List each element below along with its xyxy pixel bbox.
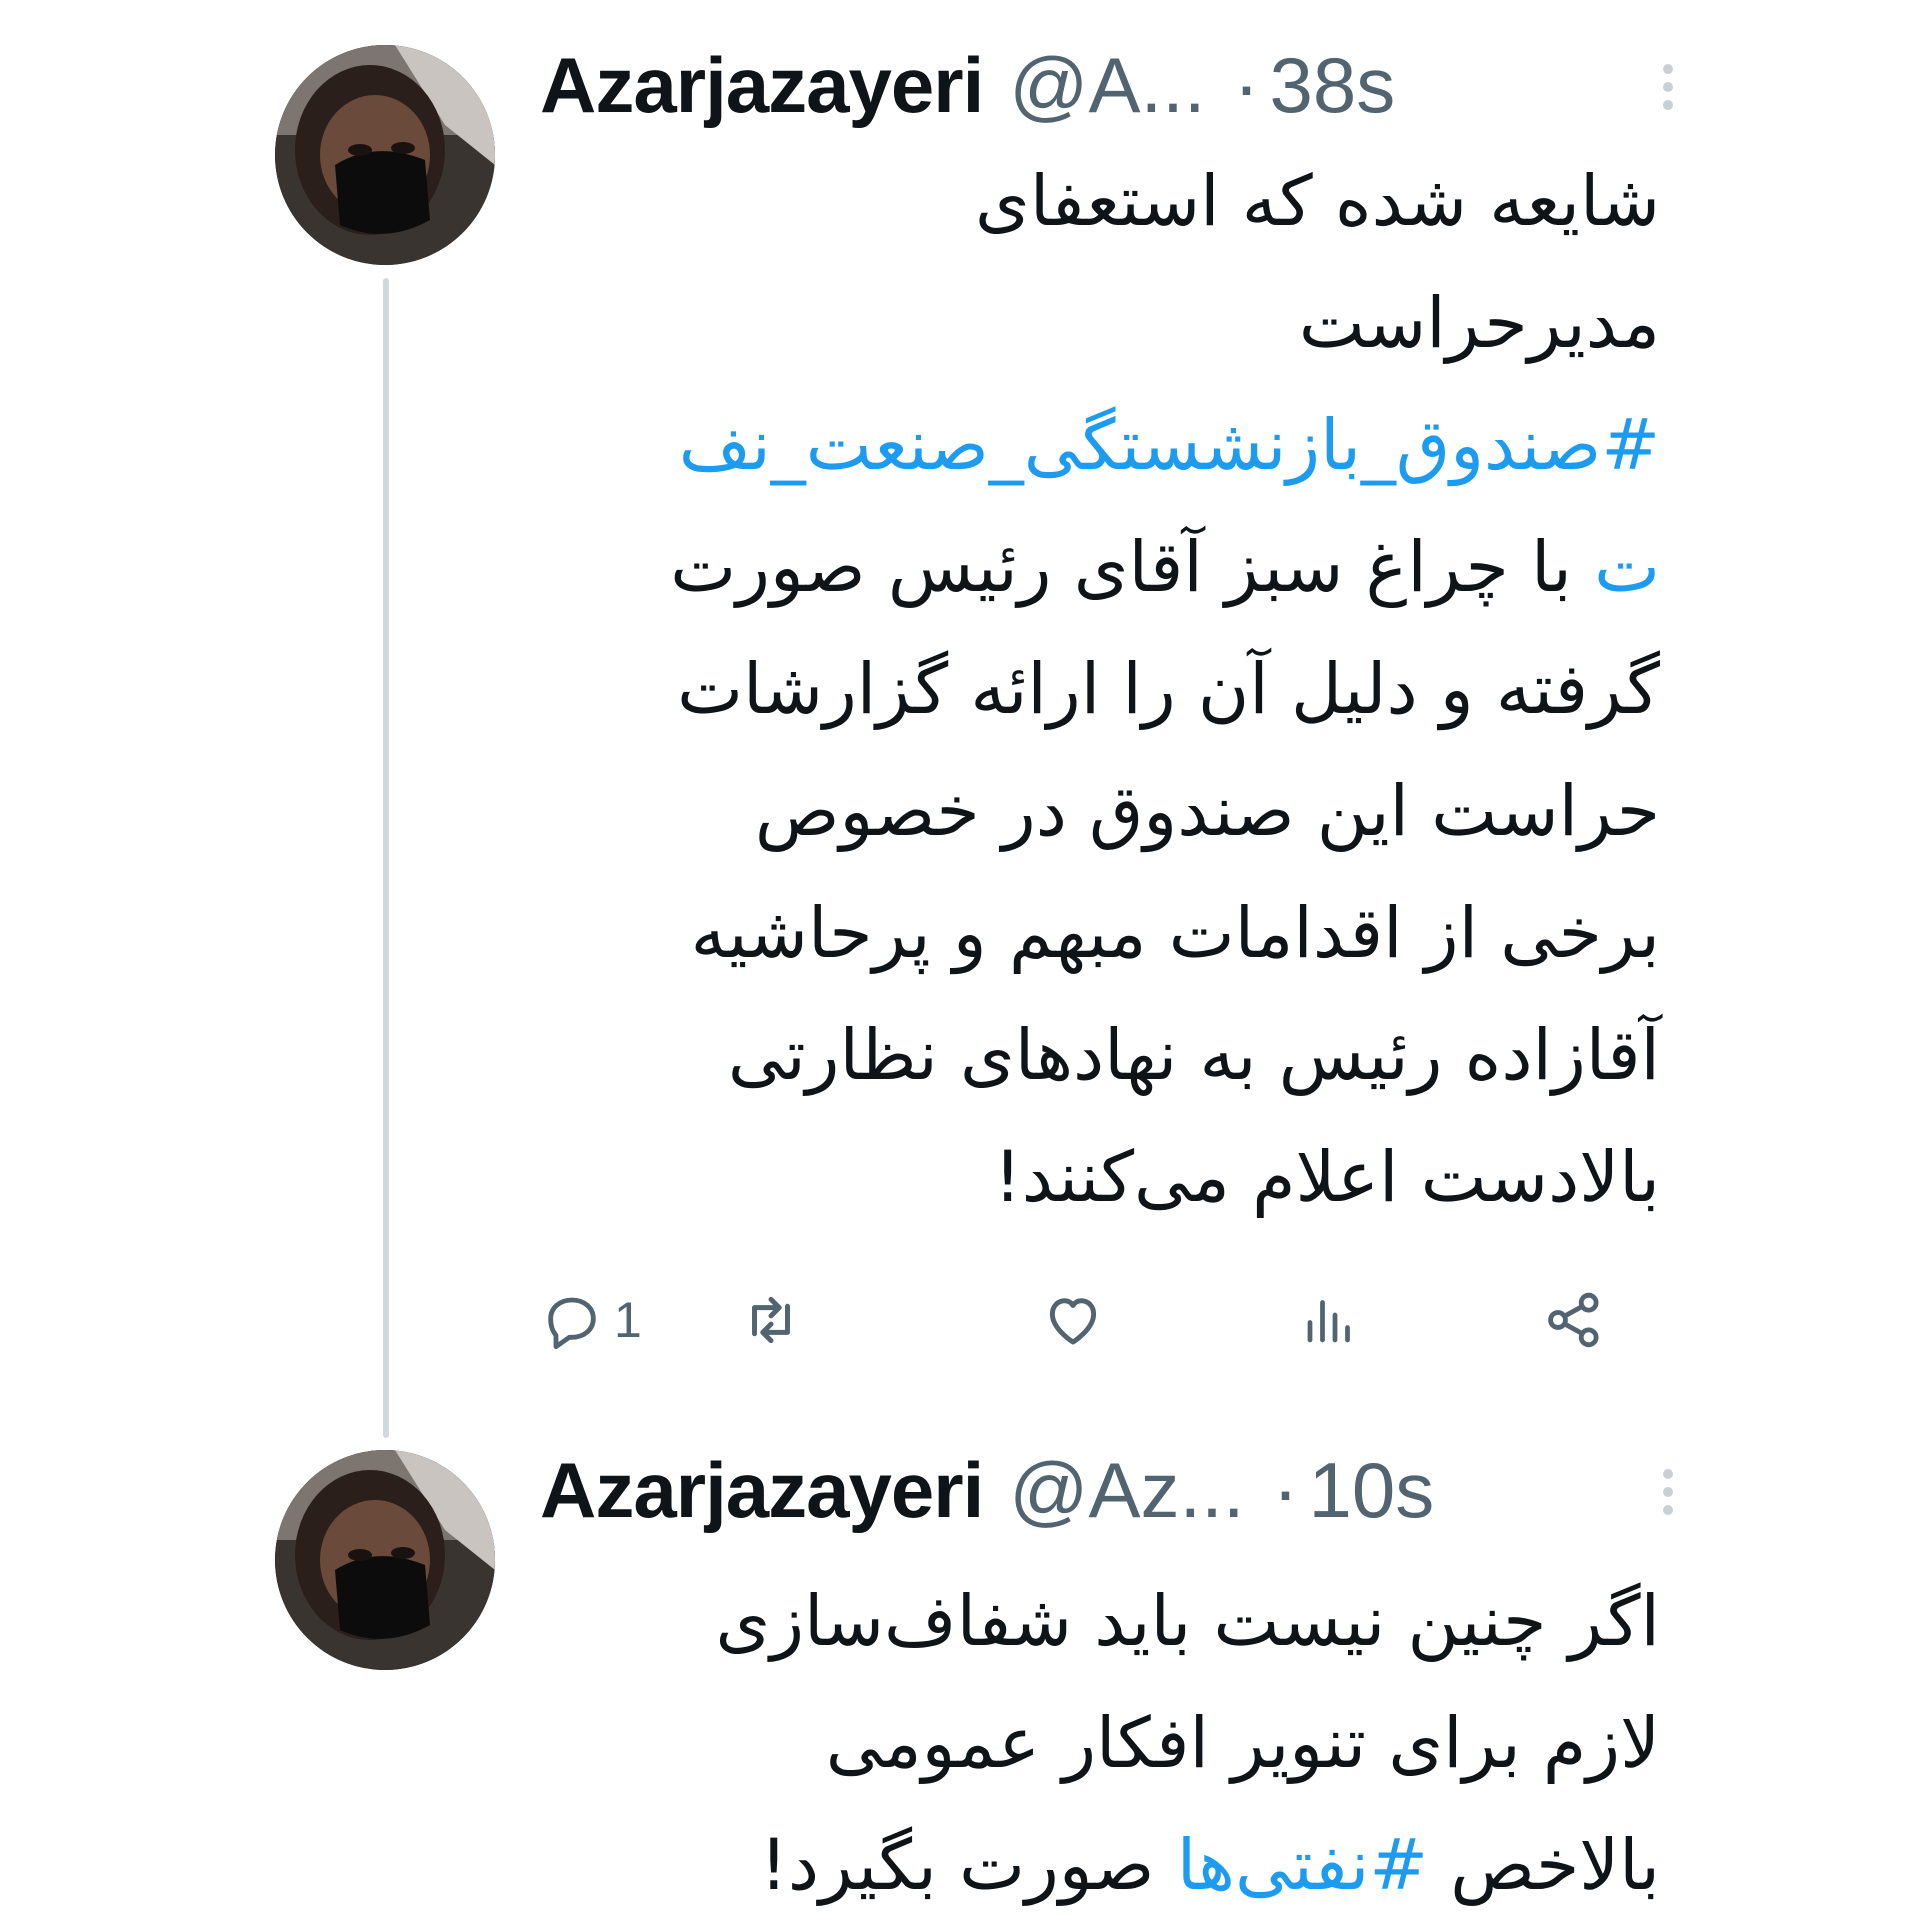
tweet-text-line: بالاخص #نفتی‌ها صورت بگیرد! [540,1804,1660,1926]
views-button[interactable] [1300,1270,1360,1370]
reply-icon [548,1297,596,1350]
tweet-text-line: گرفته و دلیل آن را ارائه گزارشات [677,648,1660,730]
tweet-text-fragment: صورت بگیرد! [759,1824,1177,1906]
reply-button[interactable]: 1 [540,1270,642,1370]
timestamp[interactable]: 10s [1308,1445,1434,1536]
tweet-text-line: شایعه شده که استعفای [975,160,1660,242]
tweet-text: شایعه شده که استعفای مدیرحراست #صندوق_با… [540,140,1660,1238]
hashtag-link[interactable]: ت [1594,526,1660,608]
display-name[interactable]: Azarjazayeri [540,40,984,131]
tweet[interactable]: Azarjazayeri @A... · 38s شایعه شده که اس… [0,0,1920,1438]
tweet-text-line: بالادست اعلام می‌کنند! [993,1136,1660,1218]
tweet-text-line: اگر چنین نیست باید شفاف‌سازی [715,1580,1660,1662]
tweet-text-line: ت با چراغ سبز آقای رئیس صورت [540,506,1660,628]
tweet-text-fragment: با چراغ سبز آقای رئیس صورت [670,526,1595,608]
tweet-text-line: مدیرحراست [1298,282,1660,364]
timestamp[interactable]: 38s [1269,40,1395,131]
hashtag-link[interactable]: #صندوق_بازنشستگی_صنعت_نف [679,404,1660,486]
tweet-text-fragment: بالاخص [1427,1824,1660,1906]
tweet-text-line: آقازاده رئیس به نهادهای نظارتی [727,1014,1660,1096]
display-name[interactable]: Azarjazayeri [540,1445,984,1536]
tweet-text-line: #صندوق_بازنشستگی_صنعت_نف [540,384,1660,506]
avatar-photo-icon [275,1450,495,1670]
tweet-actions: 1 [540,1270,1660,1370]
like-button[interactable] [1040,1270,1106,1370]
views-icon [1307,1300,1350,1343]
like-icon [1049,1298,1097,1345]
share-icon [1548,1292,1599,1348]
more-options-icon[interactable] [1656,1466,1680,1518]
hashtag-link[interactable]: #نفتی‌ها [1177,1824,1428,1906]
separator: · [1272,1445,1299,1534]
tweet-header: Azarjazayeri @Az... · 10s [540,1440,1680,1540]
avatar[interactable] [275,1450,495,1670]
retweet-button[interactable] [738,1270,804,1370]
user-handle[interactable]: @Az... [1009,1445,1244,1536]
avatar-photo-icon [275,45,495,265]
user-handle[interactable]: @A... [1009,40,1205,131]
tweet-text: اگر چنین نیست باید شفاف‌سازی لازم برای ت… [540,1560,1660,1926]
tweet-header: Azarjazayeri @A... · 38s [540,35,1680,135]
tweet-text-line: لازم برای تنویر افکار عمومی [825,1702,1660,1784]
tweet-text-line: حراست این صندوق در خصوص [754,770,1660,852]
avatar[interactable] [275,45,495,265]
reply-count: 1 [614,1292,642,1348]
thread-connector-line [383,278,389,1438]
tweet-text-line: برخی از اقدامات مبهم و پرحاشیه [690,892,1660,974]
separator: · [1233,40,1260,129]
more-options-icon[interactable] [1656,61,1680,113]
share-button[interactable] [1542,1270,1606,1370]
retweet-icon [752,1296,790,1344]
